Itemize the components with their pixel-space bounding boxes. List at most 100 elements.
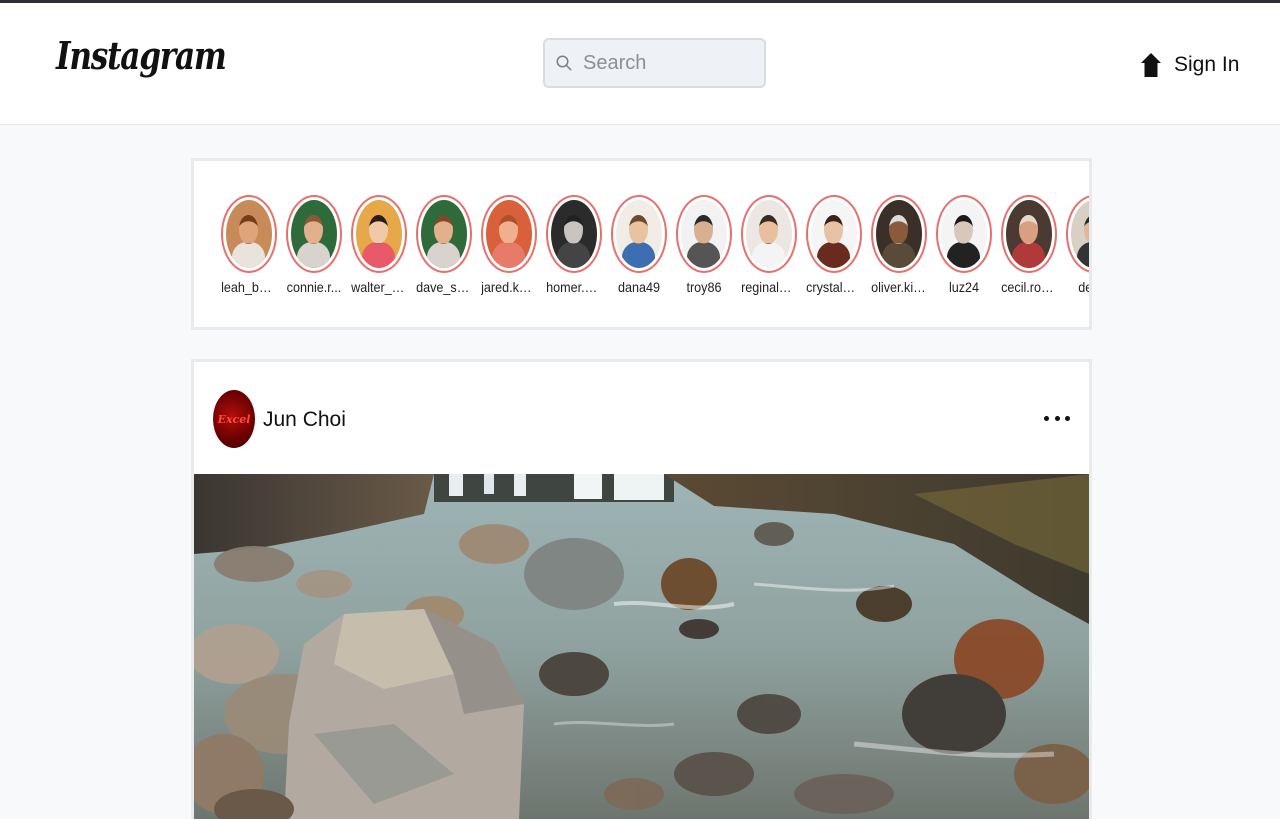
post-header: Excel Jun Choi [194,362,1089,474]
story-avatar [290,200,337,268]
avatar-head [889,214,908,244]
avatar-logo-text: Excel [217,412,251,426]
story-item[interactable]: luz24 [931,195,996,295]
story-avatar [940,200,987,268]
story-avatar [875,200,922,268]
avatar-head [759,214,778,244]
avatar-head [499,214,518,244]
story-ring [1065,195,1089,273]
dot [1054,415,1060,421]
story-username: crystal_c... [805,279,862,295]
avatar-head [304,214,323,244]
avatar-body [426,242,461,268]
story-item[interactable]: oliver.kihn [866,195,931,295]
story-item[interactable]: leah_bail... [216,195,281,295]
avatar-body [881,242,916,268]
dot [1065,415,1070,421]
story-item[interactable]: jared.kas... [476,195,541,295]
post-photo[interactable] [194,474,1089,819]
story-avatar [745,200,792,268]
post-card: Excel Jun Choi [191,359,1092,819]
story-avatar [615,200,662,268]
story-item[interactable]: dave_sto... [411,195,476,295]
story-avatar [1005,200,1052,268]
sign-in-link[interactable]: Sign In [1140,49,1239,81]
story-ring [350,195,407,273]
post-author-avatar[interactable]: Excel [213,390,255,448]
stories-track: leah_bail... connie.r... walter_h... dave_s… [216,195,1089,295]
avatar-body [491,242,526,268]
avatar-head [564,214,583,244]
story-item[interactable]: connie.r... [281,195,346,295]
story-ring [1000,195,1057,273]
story-item[interactable]: dana49 [606,195,671,295]
top-navigation: Instagram Sign In [0,3,1280,125]
story-username: oliver.kihn [870,279,927,295]
story-ring [285,195,342,273]
story-item[interactable]: derek [1061,195,1089,295]
story-username: reginald.... [740,279,797,295]
avatar-head [434,214,453,244]
story-ring [545,195,602,273]
story-avatar [485,200,532,268]
story-ring [675,195,732,273]
avatar-body [816,242,851,268]
story-item[interactable]: walter_h... [346,195,411,295]
home-icon [1141,53,1161,77]
avatar-body [296,242,331,268]
avatar-body [556,242,591,268]
ellipsis-icon[interactable] [1044,406,1070,430]
story-username: troy86 [685,279,722,295]
river-rocks-photo [194,474,1089,819]
story-item[interactable]: reginald.... [736,195,801,295]
search-icon [556,55,572,71]
avatar-head [369,214,388,244]
avatar-body [231,242,266,268]
story-avatar [680,200,727,268]
avatar-body [1076,242,1089,268]
avatar-body [621,242,656,268]
dot [1044,415,1049,421]
avatar-body [361,242,396,268]
story-item[interactable]: troy86 [671,195,736,295]
avatar-head [954,214,973,244]
avatar-body [946,242,981,268]
story-ring [480,195,537,273]
story-username: leah_bail... [220,279,277,295]
story-ring [415,195,472,273]
search-input[interactable] [583,51,743,75]
story-ring [220,195,277,273]
story-avatar [355,200,402,268]
story-item[interactable]: homer.w... [541,195,606,295]
story-ring [805,195,862,273]
story-username: cecil.roh... [1000,279,1057,295]
story-username: luz24 [948,279,979,295]
avatar-body [686,242,721,268]
search-box[interactable] [543,38,766,88]
story-item[interactable]: crystal_c... [801,195,866,295]
avatar-head [629,214,648,244]
avatar-body [751,242,786,268]
story-ring [870,195,927,273]
story-username: jared.kas... [480,279,537,295]
story-item[interactable]: cecil.roh... [996,195,1061,295]
instagram-logo[interactable]: Instagram [56,33,227,78]
avatar-head [1019,214,1038,244]
story-avatar [1070,200,1089,268]
story-ring [740,195,797,273]
story-ring [610,195,667,273]
avatar-body [1011,242,1046,268]
avatar-head [824,214,843,244]
story-avatar [225,200,272,268]
story-username: homer.w... [545,279,602,295]
story-avatar [550,200,597,268]
avatar-head [1084,214,1089,244]
stories-bar: leah_bail... connie.r... walter_h... dave_s… [191,158,1092,330]
story-ring [935,195,992,273]
avatar-head [694,214,713,244]
story-avatar [420,200,467,268]
story-username: dana49 [617,279,660,295]
story-username: walter_h... [350,279,407,295]
story-username: connie.r... [286,279,341,295]
post-author-name[interactable]: Jun Choi [263,408,346,432]
